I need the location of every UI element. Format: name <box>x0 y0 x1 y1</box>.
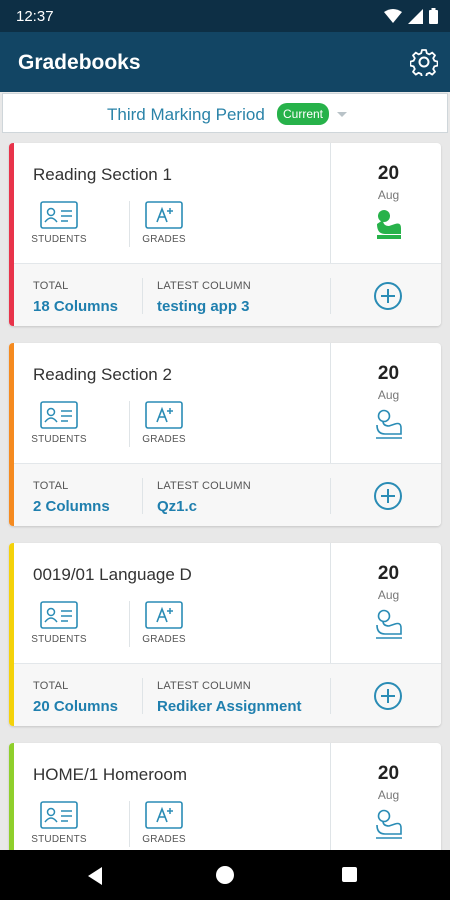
seating-chart-icon[interactable] <box>373 808 405 840</box>
card-footer: TOTAL 20 Columns LATEST COLUMN Rediker Assi… <box>14 663 441 726</box>
students-icon <box>40 401 78 429</box>
grades-button[interactable]: GRADES <box>129 601 199 645</box>
divider <box>330 343 331 463</box>
divider <box>330 143 331 263</box>
students-button[interactable]: STUDENTS <box>24 401 94 445</box>
card-header: 0019/01 Language D STUDENTS GRADES 20 Aug <box>14 543 441 663</box>
divider <box>330 543 331 663</box>
students-button[interactable]: STUDENTS <box>24 601 94 645</box>
gradebook-name: Reading Section 1 <box>33 165 172 184</box>
date-month: Aug <box>377 388 400 402</box>
divider <box>142 678 143 714</box>
seating-chart-icon[interactable] <box>373 408 405 440</box>
status-time: 12:37 <box>16 8 54 25</box>
total-label: TOTAL <box>33 280 69 292</box>
chevron-down-icon <box>337 112 347 117</box>
total-columns-value: 2 Columns <box>33 498 110 515</box>
date-month: Aug <box>377 188 400 202</box>
students-button[interactable]: STUDENTS <box>24 201 94 245</box>
gradebook-card[interactable]: Reading Section 1 STUDENTS GRADES 20 Aug TOTA… <box>9 143 441 326</box>
add-column-icon[interactable] <box>374 482 402 510</box>
add-column-icon[interactable] <box>374 682 402 710</box>
marking-period-label: Third Marking Period <box>107 105 265 124</box>
students-label: STUDENTS <box>31 434 87 445</box>
date-block: 20 Aug <box>336 143 441 263</box>
gear-icon[interactable] <box>410 48 438 76</box>
current-badge: Current <box>277 103 330 125</box>
divider <box>142 478 143 514</box>
date-block: 20 Aug <box>336 543 441 663</box>
card-header: HOME/1 Homeroom STUDENTS GRADES 20 Aug <box>14 743 441 863</box>
card-footer: TOTAL 18 Columns LATEST COLUMN testing app … <box>14 263 441 326</box>
date-day: 20 <box>377 763 400 784</box>
card-header: Reading Section 1 STUDENTS GRADES 20 Aug <box>14 143 441 263</box>
grades-icon <box>145 201 183 229</box>
gradebook-name: Reading Section 2 <box>33 365 172 384</box>
grades-icon <box>145 801 183 829</box>
seating-chart-icon[interactable] <box>373 608 405 640</box>
total-columns-value: 20 Columns <box>33 698 119 715</box>
latest-column-value[interactable]: Rediker Assignment <box>157 698 302 715</box>
recents-icon[interactable] <box>342 867 357 882</box>
grades-label: GRADES <box>142 234 186 245</box>
grades-icon <box>145 601 183 629</box>
divider <box>142 278 143 314</box>
app-bar: Gradebooks <box>0 32 450 92</box>
navigation-bar <box>0 850 450 900</box>
students-label: STUDENTS <box>31 634 87 645</box>
latest-column-value[interactable]: testing app 3 <box>157 298 250 315</box>
gradebook-card[interactable]: 0019/01 Language D STUDENTS GRADES 20 Aug TOT… <box>9 543 441 726</box>
students-icon <box>40 801 78 829</box>
battery-icon <box>429 8 438 24</box>
back-icon[interactable] <box>88 867 102 885</box>
divider <box>330 478 331 514</box>
card-footer: TOTAL 2 Columns LATEST COLUMN Qz1.c <box>14 463 441 526</box>
date-month: Aug <box>377 788 400 802</box>
wifi-icon <box>384 8 402 23</box>
grades-icon <box>145 401 183 429</box>
grades-label: GRADES <box>142 434 186 445</box>
divider <box>330 678 331 714</box>
home-icon[interactable] <box>216 866 234 884</box>
status-bar: 12:37 <box>0 0 450 32</box>
date-day: 20 <box>377 563 400 584</box>
page-title: Gradebooks <box>18 51 141 74</box>
latest-column-label: LATEST COLUMN <box>157 480 251 492</box>
latest-column-label: LATEST COLUMN <box>157 280 251 292</box>
gradebook-name: HOME/1 Homeroom <box>33 765 187 784</box>
students-icon <box>40 601 78 629</box>
card-header: Reading Section 2 STUDENTS GRADES 20 Aug <box>14 343 441 463</box>
gradebook-card[interactable]: Reading Section 2 STUDENTS GRADES 20 Aug TOTA… <box>9 343 441 526</box>
latest-column-label: LATEST COLUMN <box>157 680 251 692</box>
divider <box>330 278 331 314</box>
grades-button[interactable]: GRADES <box>129 401 199 445</box>
date-block: 20 Aug <box>336 343 441 463</box>
students-button[interactable]: STUDENTS <box>24 801 94 845</box>
date-day: 20 <box>377 363 400 384</box>
students-label: STUDENTS <box>31 234 87 245</box>
gradebook-name: 0019/01 Language D <box>33 565 192 584</box>
date-day: 20 <box>377 163 400 184</box>
grades-button[interactable]: GRADES <box>129 201 199 245</box>
students-icon <box>40 201 78 229</box>
latest-column-value[interactable]: Qz1.c <box>157 498 197 515</box>
date-month: Aug <box>377 588 400 602</box>
total-columns-value: 18 Columns <box>33 298 119 315</box>
grades-label: GRADES <box>142 634 186 645</box>
total-label: TOTAL <box>33 480 69 492</box>
divider <box>330 743 331 863</box>
signal-icon <box>408 8 423 24</box>
seating-chart-icon[interactable] <box>373 208 405 240</box>
marking-period-selector[interactable]: Third Marking Period Current <box>2 93 448 133</box>
status-icons <box>384 8 438 24</box>
grades-label: GRADES <box>142 834 186 845</box>
date-block: 20 Aug <box>336 743 441 863</box>
students-label: STUDENTS <box>31 834 87 845</box>
grades-button[interactable]: GRADES <box>129 801 199 845</box>
total-label: TOTAL <box>33 680 69 692</box>
add-column-icon[interactable] <box>374 282 402 310</box>
